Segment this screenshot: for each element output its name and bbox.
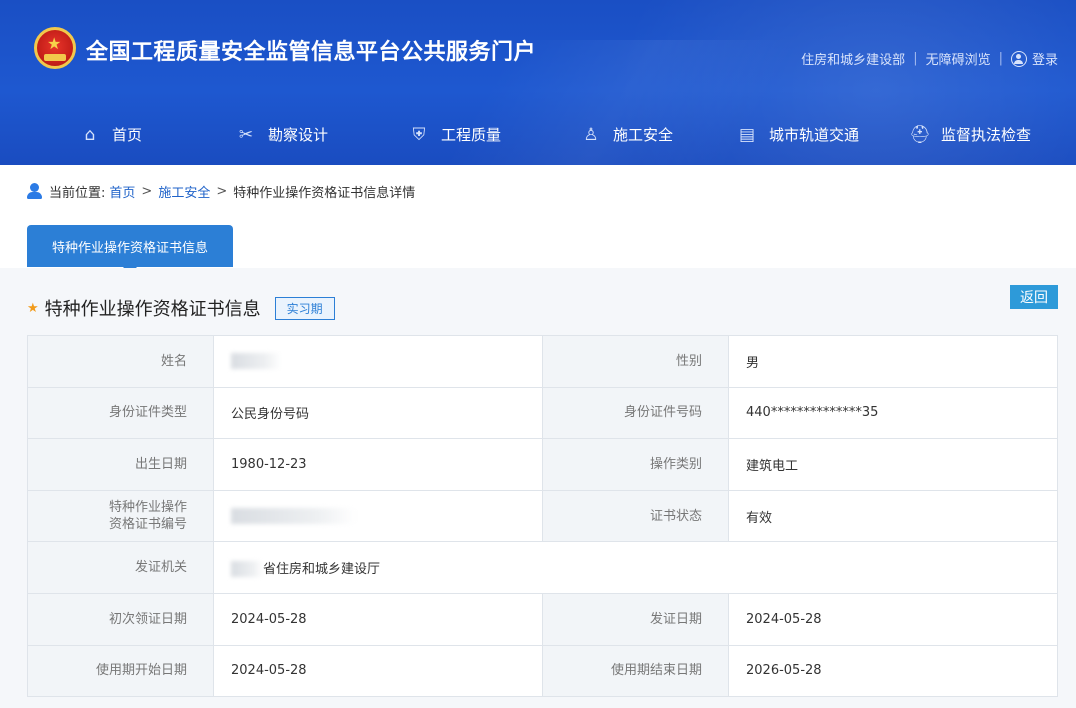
nav-item-home[interactable]: ⌂ 首页 (80, 124, 142, 145)
back-button[interactable]: 返回 (1010, 285, 1058, 309)
top-links: 住房和城乡建设部 | 无障碍浏览 | 登录 (801, 49, 1058, 68)
operation-type-value: 建筑电工 (728, 438, 1058, 491)
nav-item-safety[interactable]: ♙ 施工安全 (581, 124, 673, 145)
id-type-value: 公民身份号码 (213, 386, 543, 440)
status-badge: 实习期 (274, 296, 335, 320)
shield-icon: ⛨ (412, 124, 426, 145)
nav-label: 工程质量 (441, 126, 502, 144)
issuer-label: 发证机关 (27, 541, 214, 594)
cert-number-label-line2: 资格证书编号 (108, 517, 187, 533)
issuer-value: 省住房和城乡建设厅 (213, 541, 1058, 594)
divider: | (998, 51, 1003, 66)
nav-label: 监督执法检查 (941, 126, 1032, 144)
valid-start-label: 使用期开始日期 (27, 644, 214, 698)
train-icon: ▤ (738, 124, 756, 145)
valid-end-label: 使用期结束日期 (542, 644, 729, 698)
tab-bar: 特种作业操作资格证书信息 (0, 225, 1076, 274)
cert-info-table: 姓名 性别 男 身份证件类型 公民身份号码 身份证件号码 440********… (27, 335, 1058, 698)
breadcrumb-prefix: 当前位置: (49, 186, 106, 201)
id-number-value: 440**************35 (728, 386, 1058, 440)
nav-item-inspection[interactable]: ⛑ 监督执法检查 (909, 124, 1031, 145)
name-value (213, 335, 543, 388)
login-link[interactable]: 登录 (1032, 49, 1058, 68)
valid-start-value: 2024-05-28 (213, 644, 543, 698)
breadcrumb-home[interactable]: 首页 (109, 182, 135, 201)
main-nav: ⌂ 首页 ✂ 勘察设计 ⛨ 工程质量 ♙ 施工安全 ▤ 城市轨道交通 ⛑ 监督执… (0, 110, 1076, 162)
tools-icon: ✂ (238, 124, 254, 145)
id-number-label: 身份证件号码 (542, 386, 729, 440)
name-label: 姓名 (27, 335, 214, 388)
issue-date-value: 2024-05-28 (728, 592, 1058, 646)
cert-number-label: 特种作业操作 资格证书编号 (27, 489, 214, 543)
nav-item-survey-design[interactable]: ✂ 勘察设计 (236, 124, 328, 145)
national-emblem-icon: ★ (34, 27, 76, 69)
redacted-cert-number (231, 508, 356, 525)
table-row: 出生日期 1980-12-23 操作类别 建筑电工 (27, 438, 1058, 491)
first-issue-date-label: 初次领证日期 (27, 592, 214, 646)
table-row: 使用期开始日期 2024-05-28 使用期结束日期 2026-05-28 (27, 644, 1058, 698)
link-mohurd[interactable]: 住房和城乡建设部 (801, 49, 905, 68)
birth-date-label: 出生日期 (27, 438, 214, 491)
id-type-label: 身份证件类型 (27, 386, 214, 440)
operation-type-label: 操作类别 (542, 438, 729, 491)
user-icon[interactable] (1010, 50, 1027, 67)
table-row: 初次领证日期 2024-05-28 发证日期 2024-05-28 (27, 592, 1058, 646)
issue-date-label: 发证日期 (542, 592, 729, 646)
cert-status-value: 有效 (728, 489, 1058, 543)
worker-icon: ♙ (583, 124, 599, 145)
nav-item-quality[interactable]: ⛨ 工程质量 (409, 124, 501, 145)
breadcrumb-separator: > (216, 184, 228, 199)
police-cap-icon: ⛑ (909, 124, 931, 145)
first-issue-date-value: 2024-05-28 (213, 592, 543, 646)
tab-cert-info[interactable]: 特种作业操作资格证书信息 (27, 225, 233, 274)
cert-status-label: 证书状态 (542, 489, 729, 543)
section-title: 特种作业操作资格证书信息 (44, 299, 261, 320)
nav-label: 首页 (112, 126, 143, 144)
table-row: 特种作业操作 资格证书编号 证书状态 有效 (27, 489, 1058, 543)
nav-item-rail[interactable]: ▤ 城市轨道交通 (737, 124, 859, 145)
table-row: 姓名 性别 男 (27, 335, 1058, 388)
issuer-text: 省住房和城乡建设厅 (263, 561, 381, 577)
breadcrumb-safety[interactable]: 施工安全 (158, 182, 210, 201)
cert-number-label-line1: 特种作业操作 (108, 500, 187, 516)
nav-label: 勘察设计 (268, 126, 329, 144)
valid-end-value: 2026-05-28 (728, 644, 1058, 698)
star-icon: ★ (27, 300, 39, 316)
birth-date-value: 1980-12-23 (213, 438, 543, 491)
gender-value: 男 (728, 335, 1058, 388)
site-title: 全国工程质量安全监管信息平台公共服务门户 (86, 40, 537, 65)
location-user-icon (27, 183, 42, 200)
link-accessibility[interactable]: 无障碍浏览 (926, 49, 991, 68)
breadcrumb-current: 特种作业操作资格证书信息详情 (233, 186, 416, 201)
nav-label: 城市轨道交通 (769, 126, 860, 144)
gender-label: 性别 (542, 335, 729, 388)
breadcrumb: 当前位置: 首页 > 施工安全 > 特种作业操作资格证书信息详情 (27, 182, 415, 201)
table-row: 身份证件类型 公民身份号码 身份证件号码 440**************35 (27, 386, 1058, 440)
section-heading: ★ 特种作业操作资格证书信息 实习期 (27, 295, 335, 321)
divider: | (913, 51, 918, 66)
breadcrumb-separator: > (141, 184, 153, 199)
redacted-name (231, 353, 281, 370)
table-row: 发证机关 省住房和城乡建设厅 (27, 541, 1058, 594)
cert-number-value (213, 489, 543, 543)
redacted-province (231, 561, 263, 578)
nav-label: 施工安全 (613, 126, 674, 144)
site-header: ★ 全国工程质量安全监管信息平台公共服务门户 住房和城乡建设部 | 无障碍浏览 … (0, 0, 1076, 165)
home-icon: ⌂ (84, 124, 96, 145)
